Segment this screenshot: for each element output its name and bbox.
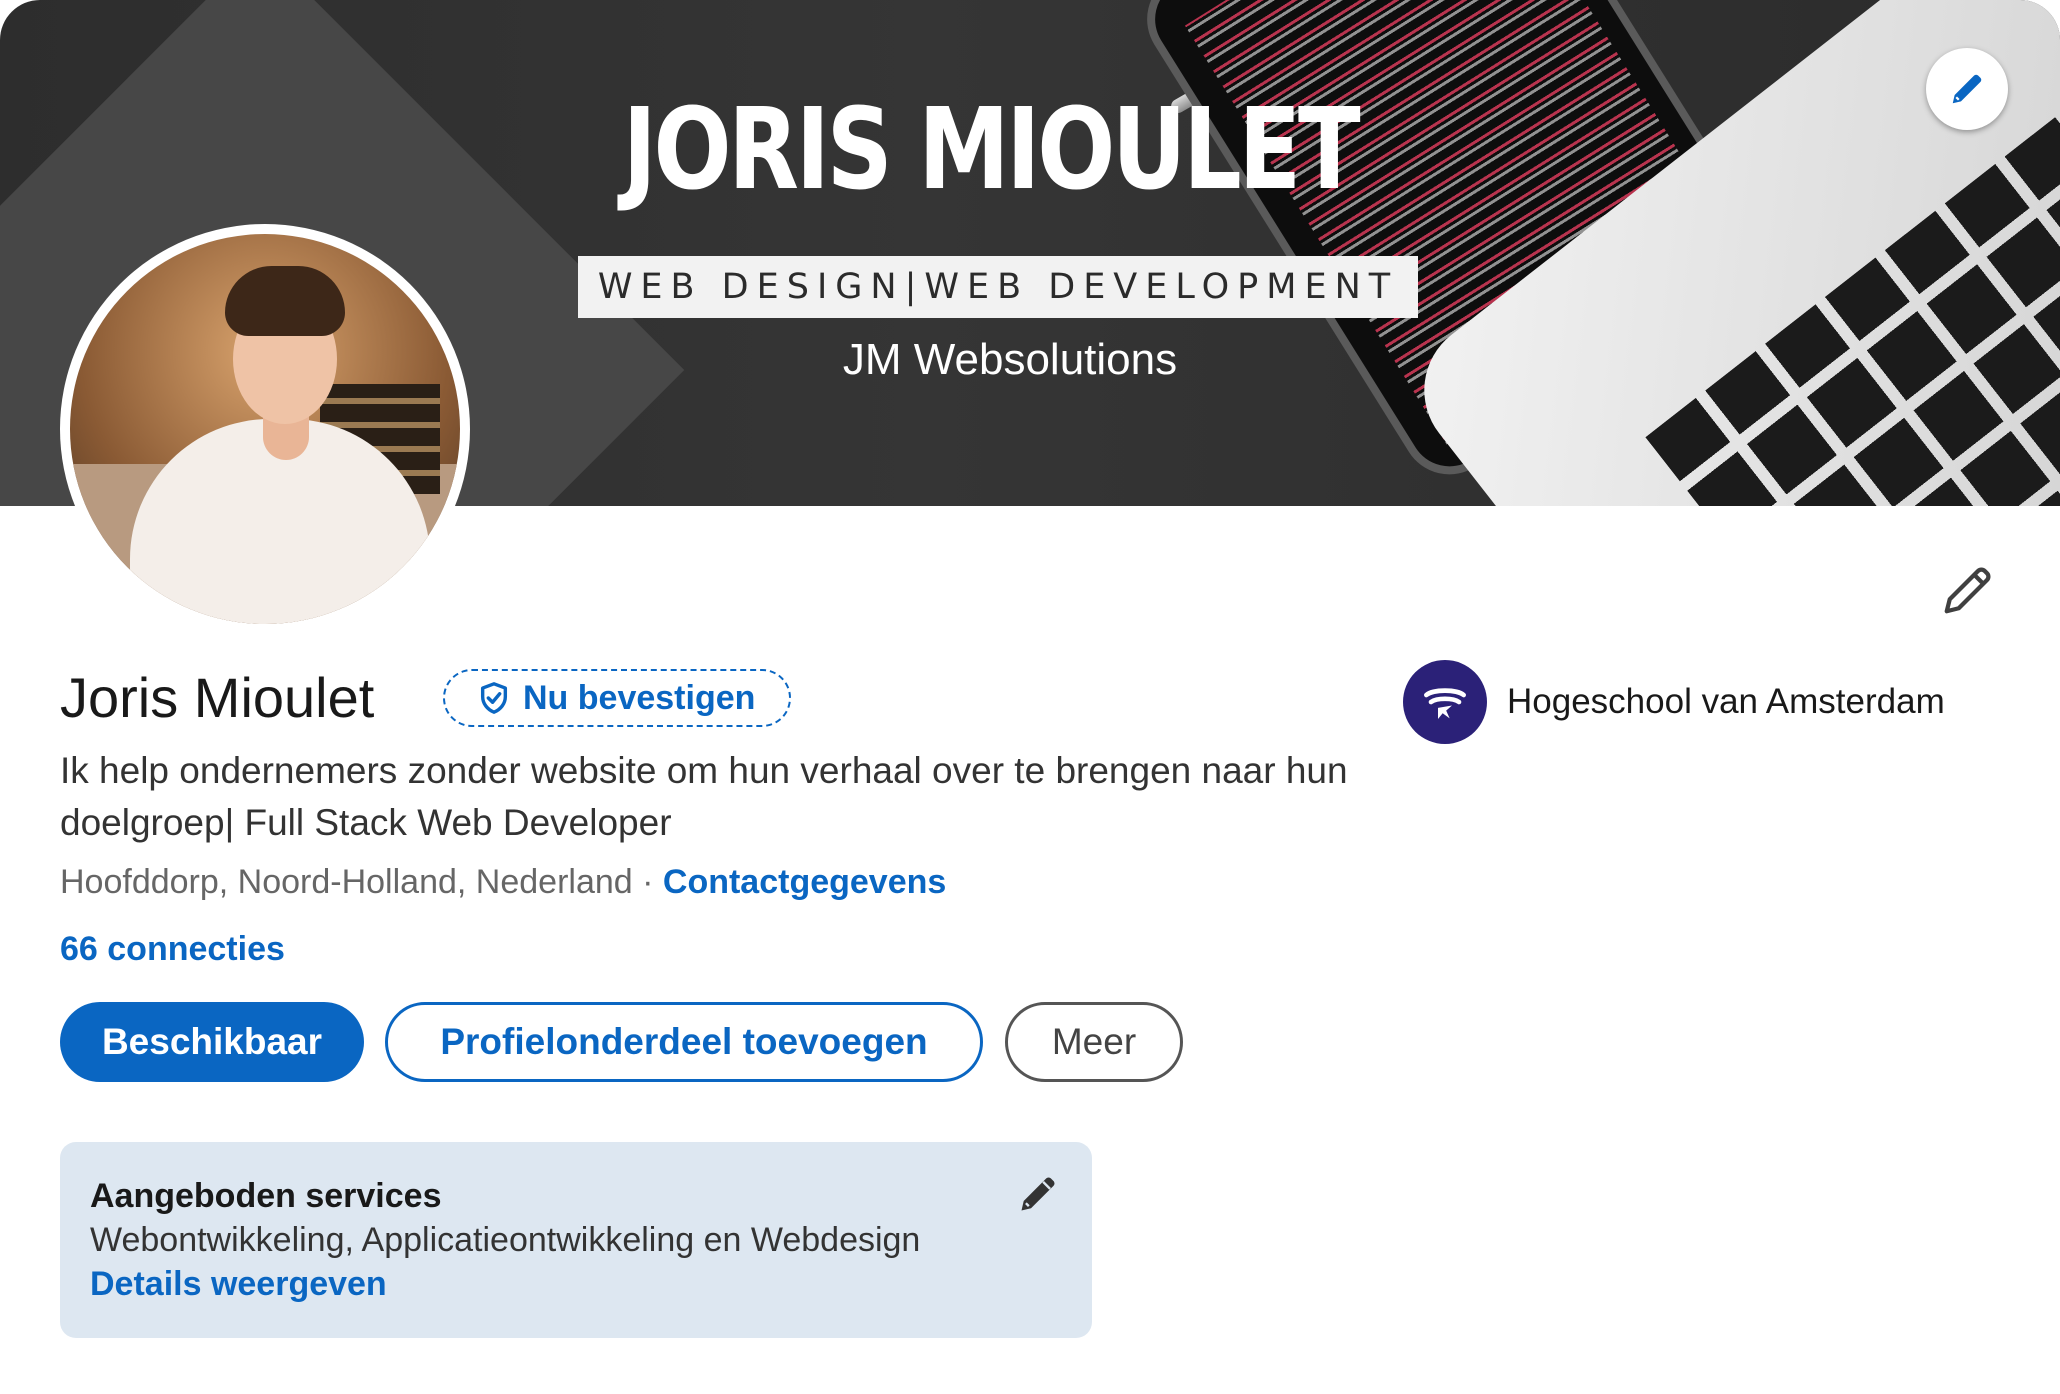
contact-info-link[interactable]: Contactgegevens [663, 863, 946, 901]
profile-location: Hoofddorp, Noord-Holland, Nederland · Co… [60, 865, 946, 899]
services-details-link[interactable]: Details weergeven [90, 1262, 1062, 1306]
hva-logo [1403, 660, 1487, 744]
banner-title: JORIS MIOULET [622, 85, 1361, 215]
profile-name: Joris Mioulet [60, 666, 375, 729]
separator: · [632, 863, 663, 901]
pencil-icon[interactable] [1016, 1172, 1060, 1216]
avatar[interactable] [60, 224, 470, 634]
banner-company: JM Websolutions [842, 335, 1178, 384]
pencil-icon[interactable] [1938, 560, 1998, 620]
banner-tagline: WEB DESIGN|WEB DEVELOPMENT [578, 256, 1418, 318]
pencil-icon [1952, 74, 1982, 104]
verify-button[interactable]: Nu bevestigen [443, 669, 791, 727]
services-title: Aangeboden services [90, 1177, 442, 1215]
shield-check-icon [480, 682, 508, 714]
services-list: Webontwikkeling, Applicatieontwikkeling … [90, 1221, 921, 1259]
profile-headline: Ik help ondernemers zonder website om hu… [60, 750, 1348, 843]
profile-card: JORIS MIOULET WEB DESIGN|WEB DEVELOPMENT… [0, 0, 2060, 1394]
add-profile-section-button[interactable]: Profielonderdeel toevoegen [385, 1002, 983, 1082]
edit-banner-button[interactable] [1926, 48, 2008, 130]
verify-label: Nu bevestigen [523, 678, 756, 717]
profile-photo [70, 234, 460, 624]
location-text: Hoofddorp, Noord-Holland, Nederland [60, 863, 633, 901]
school-name: Hogeschool van Amsterdam [1507, 682, 1945, 721]
services-card: Aangeboden services Webontwikkeling, App… [60, 1142, 1092, 1338]
connections-link[interactable]: 66 connecties [60, 932, 285, 966]
available-button[interactable]: Beschikbaar [60, 1002, 364, 1082]
more-button[interactable]: Meer [1005, 1002, 1183, 1082]
education-item[interactable]: Hogeschool van Amsterdam [1403, 660, 1945, 744]
hva-logo-icon [1424, 688, 1466, 720]
